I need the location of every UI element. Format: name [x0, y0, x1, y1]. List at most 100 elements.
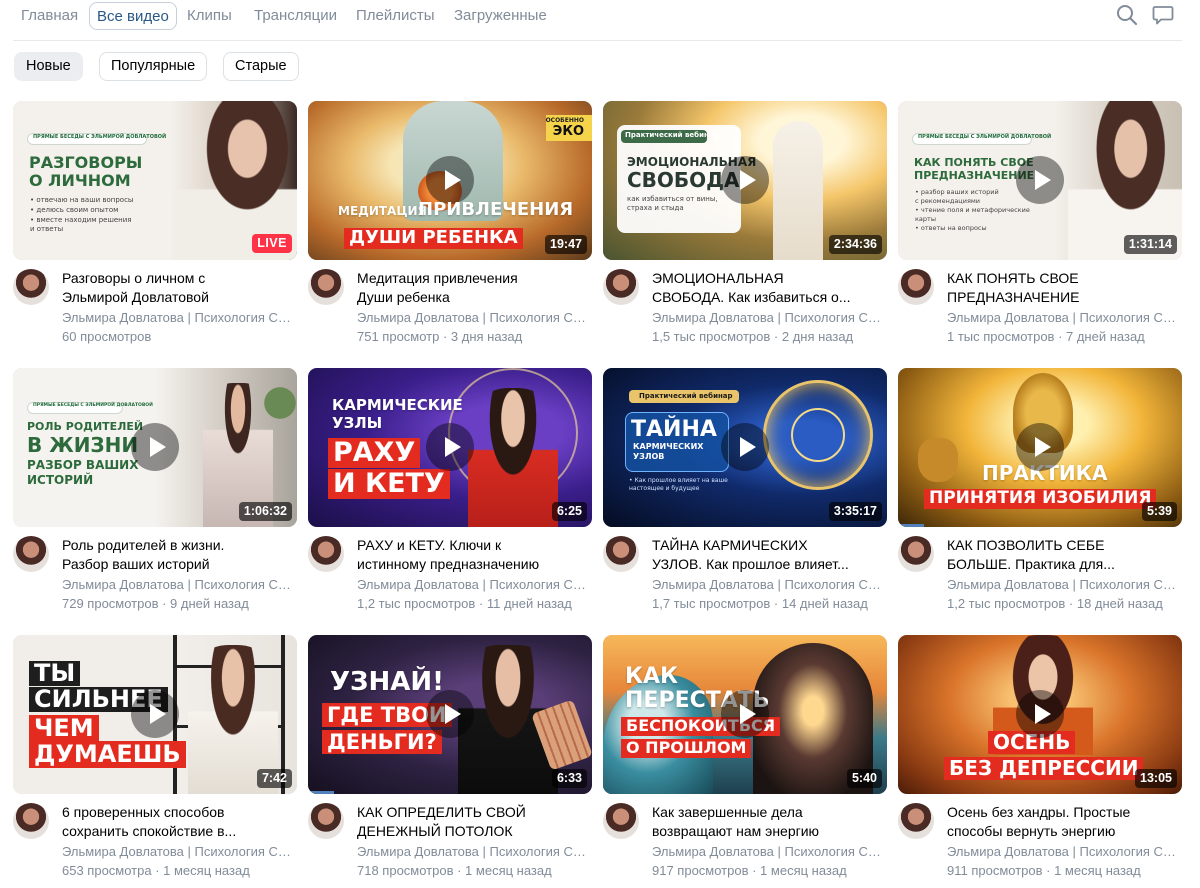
play-icon[interactable] [1016, 690, 1064, 738]
thumbnail-text: УЗЛОВ [633, 452, 665, 461]
watch-progress-bar [308, 791, 334, 794]
thumbnail-heading: ПРИНЯТИЯ ИЗОБИЛИЯ [924, 489, 1157, 509]
play-icon[interactable] [1016, 156, 1064, 204]
thumbnail-text: КАРМИЧЕСКИХ [633, 442, 704, 451]
tab-clips[interactable]: Клипы [187, 2, 232, 30]
thumbnail-text: • делюсь своим опытом [30, 206, 119, 214]
video-card[interactable]: Практический вебинар ЭМОЦИОНАЛЬНАЯ СВОБО… [603, 101, 887, 346]
video-thumbnail[interactable]: УЗНАЙ! ГДЕ ТВОИ ДЕНЬГИ? 6:33 [308, 635, 592, 794]
thumbnail-heading: ПРИВЛЕЧЕНИЯ [418, 199, 574, 220]
video-thumbnail[interactable]: ПРЯМЫЕ БЕСЕДЫ С ЭЛЬМИРОЙ ДОВЛАТОВОЙ КАК … [898, 101, 1182, 260]
video-card[interactable]: Практический вебинар ТАЙНА КАРМИЧЕСКИХ У… [603, 368, 887, 613]
channel-name[interactable]: Эльмира Довлатова | Психология Сознания [947, 310, 1179, 325]
channel-avatar[interactable] [13, 536, 49, 572]
video-title[interactable]: Роль родителей в жизни. Разбор ваших исто… [62, 536, 294, 574]
channel-name[interactable]: Эльмира Довлатова | Психология Сознания [357, 577, 589, 592]
video-card[interactable]: ПРЯМЫЕ БЕСЕДЫ С ЭЛЬМИРОЙ ДОВЛАТОВОЙ РОЛЬ… [13, 368, 297, 613]
thumbnail-text: • Как прошлое влияет на ваше [629, 477, 728, 484]
video-title[interactable]: ЭМОЦИОНАЛЬНАЯ СВОБОДА. Как избавиться о..… [652, 269, 884, 307]
channel-name[interactable]: Эльмира Довлатова | Психология Сознания [947, 577, 1179, 592]
play-icon[interactable] [1016, 423, 1064, 471]
filter-popular[interactable]: Популярные [99, 52, 208, 81]
play-icon[interactable] [721, 690, 769, 738]
channel-avatar[interactable] [13, 269, 49, 305]
video-card[interactable]: ОСОБЕННО ЭКО МЕДИТАЦИЯ ПРИВЛЕЧЕНИЯ ДУШИ … [308, 101, 592, 346]
tab-home[interactable]: Главная [21, 2, 78, 30]
channel-name[interactable]: Эльмира Довлатова | Психология Сознания [357, 310, 589, 325]
channel-avatar[interactable] [898, 803, 934, 839]
video-title[interactable]: ТАЙНА КАРМИЧЕСКИХ УЗЛОВ. Как прошлое влия… [652, 536, 884, 574]
video-thumbnail[interactable]: ПРЯМЫЕ БЕСЕДЫ С ЭЛЬМИРОЙ ДОВЛАТОВОЙ РАЗГ… [13, 101, 297, 260]
play-icon[interactable] [426, 423, 474, 471]
nav-divider [13, 40, 1182, 41]
filter-new[interactable]: Новые [14, 52, 83, 81]
video-meta: 917 просмотров · 1 месяц назад [652, 863, 847, 878]
video-meta: 1,7 тыс просмотров · 14 дней назад [652, 596, 868, 611]
video-thumbnail[interactable]: ОСОБЕННО ЭКО МЕДИТАЦИЯ ПРИВЛЕЧЕНИЯ ДУШИ … [308, 101, 592, 260]
tab-playlists[interactable]: Плейлисты [356, 2, 435, 30]
video-card[interactable]: ОСЕНЬ БЕЗ ДЕПРЕССИИ 13:05 Осень без ханд… [898, 635, 1182, 880]
channel-name[interactable]: Эльмира Довлатова | Психология Сознания [357, 844, 589, 859]
play-icon[interactable] [721, 156, 769, 204]
tab-uploaded[interactable]: Загруженные [454, 2, 547, 30]
video-thumbnail[interactable]: ОСЕНЬ БЕЗ ДЕПРЕССИИ 13:05 [898, 635, 1182, 794]
play-icon[interactable] [721, 423, 769, 471]
tab-all-videos[interactable]: Все видео [89, 2, 177, 30]
thumbnail-heading: О ПРОШЛОМ [621, 739, 752, 758]
channel-name[interactable]: Эльмира Довлатова | Психология Сознания [62, 844, 294, 859]
channel-avatar[interactable] [308, 536, 344, 572]
video-title[interactable]: Медитация привлечения Души ребенка [357, 269, 589, 307]
video-meta: 60 просмотров [62, 329, 152, 344]
play-icon[interactable] [131, 423, 179, 471]
video-thumbnail[interactable]: Практический вебинар ТАЙНА КАРМИЧЕСКИХ У… [603, 368, 887, 527]
channel-name[interactable]: Эльмира Довлатова | Психология Сознания [62, 310, 294, 325]
channel-name[interactable]: Эльмира Довлатова | Психология Сознания [652, 577, 884, 592]
video-thumbnail[interactable]: ПРЯМЫЕ БЕСЕДЫ С ЭЛЬМИРОЙ ДОВЛАТОВОЙ РОЛЬ… [13, 368, 297, 527]
video-card[interactable]: ПРЯМЫЕ БЕСЕДЫ С ЭЛЬМИРОЙ ДОВЛАТОВОЙ КАК … [898, 101, 1182, 346]
channel-avatar[interactable] [603, 269, 639, 305]
channel-avatar[interactable] [898, 536, 934, 572]
thumbnail-text: настоящее и будущее [629, 485, 700, 492]
channel-name[interactable]: Эльмира Довлатова | Психология Сознания [652, 844, 884, 859]
video-thumbnail[interactable]: КАРМИЧЕСКИЕ УЗЛЫ РАХУ И КЕТУ 6:25 [308, 368, 592, 527]
channel-name[interactable]: Эльмира Довлатова | Психология Сознания [652, 310, 884, 325]
video-thumbnail[interactable]: ТЫ СИЛЬНЕЕ ЧЕМ ДУМАЕШЬ 7:42 [13, 635, 297, 794]
channel-avatar[interactable] [308, 803, 344, 839]
video-card[interactable]: КАРМИЧЕСКИЕ УЗЛЫ РАХУ И КЕТУ 6:25 РАХУ и… [308, 368, 592, 613]
channel-avatar[interactable] [13, 803, 49, 839]
video-card[interactable]: ПРАКТИКА ПРИНЯТИЯ ИЗОБИЛИЯ 5:39 КАК ПОЗВ… [898, 368, 1182, 613]
video-duration: 3:35:17 [828, 502, 882, 521]
channel-avatar[interactable] [898, 269, 934, 305]
play-icon[interactable] [426, 690, 474, 738]
video-card[interactable]: ТЫ СИЛЬНЕЕ ЧЕМ ДУМАЕШЬ 7:42 6 проверенны… [13, 635, 297, 880]
video-thumbnail[interactable]: Практический вебинар ЭМОЦИОНАЛЬНАЯ СВОБО… [603, 101, 887, 260]
channel-avatar[interactable] [603, 536, 639, 572]
video-title[interactable]: Осень без хандры. Простые способы вернуть… [947, 803, 1179, 841]
video-duration: 1:31:14 [1123, 235, 1177, 254]
video-duration: 2:34:36 [828, 235, 882, 254]
play-icon[interactable] [131, 690, 179, 738]
video-card[interactable]: УЗНАЙ! ГДЕ ТВОИ ДЕНЬГИ? 6:33 КАК ОПРЕДЕЛ… [308, 635, 592, 880]
search-icon[interactable] [1116, 4, 1138, 26]
tab-broadcasts[interactable]: Трансляции [254, 2, 337, 30]
video-title[interactable]: КАК ОПРЕДЕЛИТЬ СВОЙ ДЕНЕЖНЫЙ ПОТОЛОК [357, 803, 589, 841]
video-title[interactable]: КАК ПОЗВОЛИТЬ СЕБЕ БОЛЬШЕ. Практика для..… [947, 536, 1179, 574]
video-title[interactable]: КАК ПОНЯТЬ СВОЕ ПРЕДНАЗНАЧЕНИЕ [947, 269, 1179, 307]
video-thumbnail[interactable]: КАК ПЕРЕСТАТЬ БЕСПОКОИТЬСЯ О ПРОШЛОМ 5:4… [603, 635, 887, 794]
filter-old[interactable]: Старые [223, 52, 299, 81]
play-icon[interactable] [426, 156, 474, 204]
video-title[interactable]: РАХУ и КЕТУ. Ключи к истинному предназнач… [357, 536, 589, 574]
video-thumbnail[interactable]: ПРАКТИКА ПРИНЯТИЯ ИЗОБИЛИЯ 5:39 [898, 368, 1182, 527]
video-card[interactable]: КАК ПЕРЕСТАТЬ БЕСПОКОИТЬСЯ О ПРОШЛОМ 5:4… [603, 635, 887, 880]
thumbnail-heading: УЗНАЙ! [330, 667, 445, 697]
channel-avatar[interactable] [603, 803, 639, 839]
video-title[interactable]: Как завершенные дела возвращают нам энерг… [652, 803, 884, 841]
video-title[interactable]: Разговоры о личном с Эльмирой Довлатовой [62, 269, 294, 307]
video-card[interactable]: ПРЯМЫЕ БЕСЕДЫ С ЭЛЬМИРОЙ ДОВЛАТОВОЙ РАЗГ… [13, 101, 297, 346]
channel-name[interactable]: Эльмира Довлатова | Психология Сознания [947, 844, 1179, 859]
channel-name[interactable]: Эльмира Довлатова | Психология Сознания [62, 577, 294, 592]
channel-avatar[interactable] [308, 269, 344, 305]
thumbnail-heading: РАХУ [328, 438, 421, 469]
chat-bubble-icon[interactable] [1152, 4, 1174, 26]
video-title[interactable]: 6 проверенных способов сохранить спокойст… [62, 803, 294, 841]
